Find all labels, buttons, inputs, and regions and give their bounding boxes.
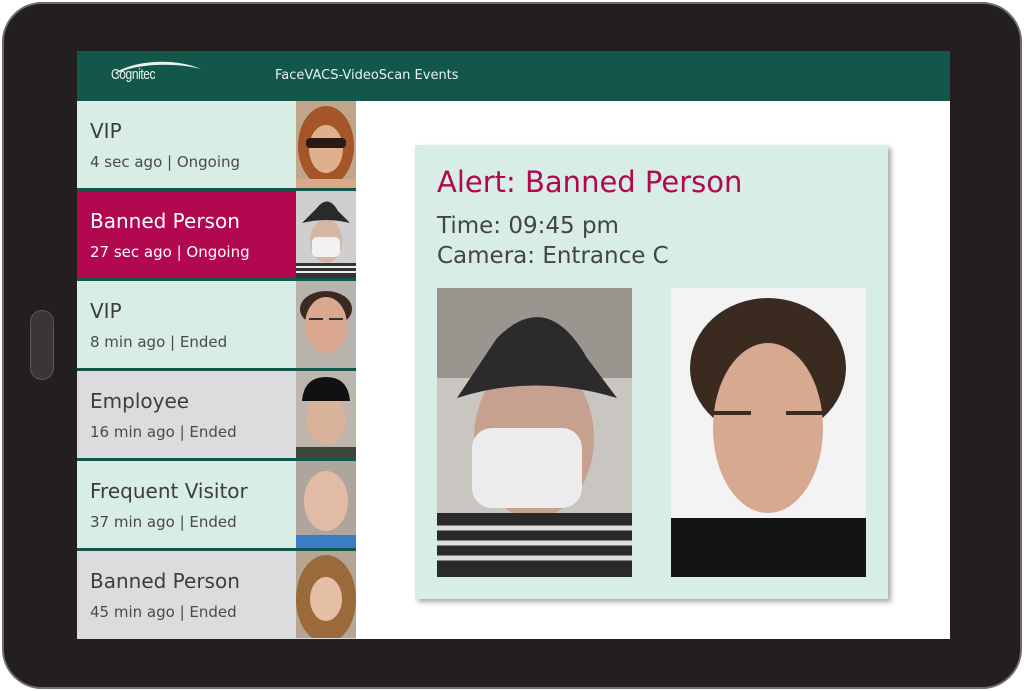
event-title: Frequent Visitor <box>90 479 248 503</box>
app-title: FaceVACS-VideoScan Events <box>275 68 459 83</box>
event-item-selected[interactable]: Banned Person 27 sec ago | Ongoing <box>77 191 356 281</box>
face-thumbnail <box>296 461 356 548</box>
alert-camera: Camera: Entrance C <box>437 243 669 269</box>
event-status: 8 min ago | Ended <box>90 333 228 351</box>
event-status: 45 min ago | Ended <box>90 603 237 621</box>
event-title: Employee <box>90 389 190 413</box>
face-thumbnail <box>296 551 356 638</box>
event-item[interactable]: VIP 4 sec ago | Ongoing <box>77 101 356 191</box>
event-title: Banned Person <box>90 569 240 593</box>
face-thumbnail <box>296 281 356 368</box>
face-thumbnail <box>296 371 356 458</box>
face-thumbnail <box>296 101 356 188</box>
enrolled-face-photo <box>671 288 866 577</box>
alert-time: Time: 09:45 pm <box>437 213 619 239</box>
event-list: VIP 4 sec ago | Ongoing Banned Person 27… <box>77 101 356 639</box>
event-status: 37 min ago | Ended <box>90 513 237 531</box>
alert-title: Alert: Banned Person <box>437 165 743 199</box>
app-header: Cognitec FaceVACS-VideoScan Events <box>77 51 950 101</box>
alert-detail-card: Alert: Banned Person Time: 09:45 pm Came… <box>415 145 888 599</box>
event-item[interactable]: Frequent Visitor 37 min ago | Ended <box>77 461 356 551</box>
event-item[interactable]: VIP 8 min ago | Ended <box>77 281 356 371</box>
event-item[interactable]: Employee 16 min ago | Ended <box>77 371 356 461</box>
face-thumbnail <box>296 191 356 278</box>
event-title: VIP <box>90 299 122 323</box>
event-item[interactable]: Banned Person 45 min ago | Ended <box>77 551 356 639</box>
captured-face-photo <box>437 288 632 577</box>
event-title: Banned Person <box>90 209 240 233</box>
event-status: 27 sec ago | Ongoing <box>90 243 250 261</box>
home-button[interactable] <box>30 310 54 380</box>
event-title: VIP <box>90 119 122 143</box>
screen: Cognitec FaceVACS-VideoScan Events VIP 4… <box>77 51 950 639</box>
event-status: 4 sec ago | Ongoing <box>90 153 241 171</box>
logo-text: Cognitec <box>111 66 156 83</box>
event-status: 16 min ago | Ended <box>90 423 237 441</box>
